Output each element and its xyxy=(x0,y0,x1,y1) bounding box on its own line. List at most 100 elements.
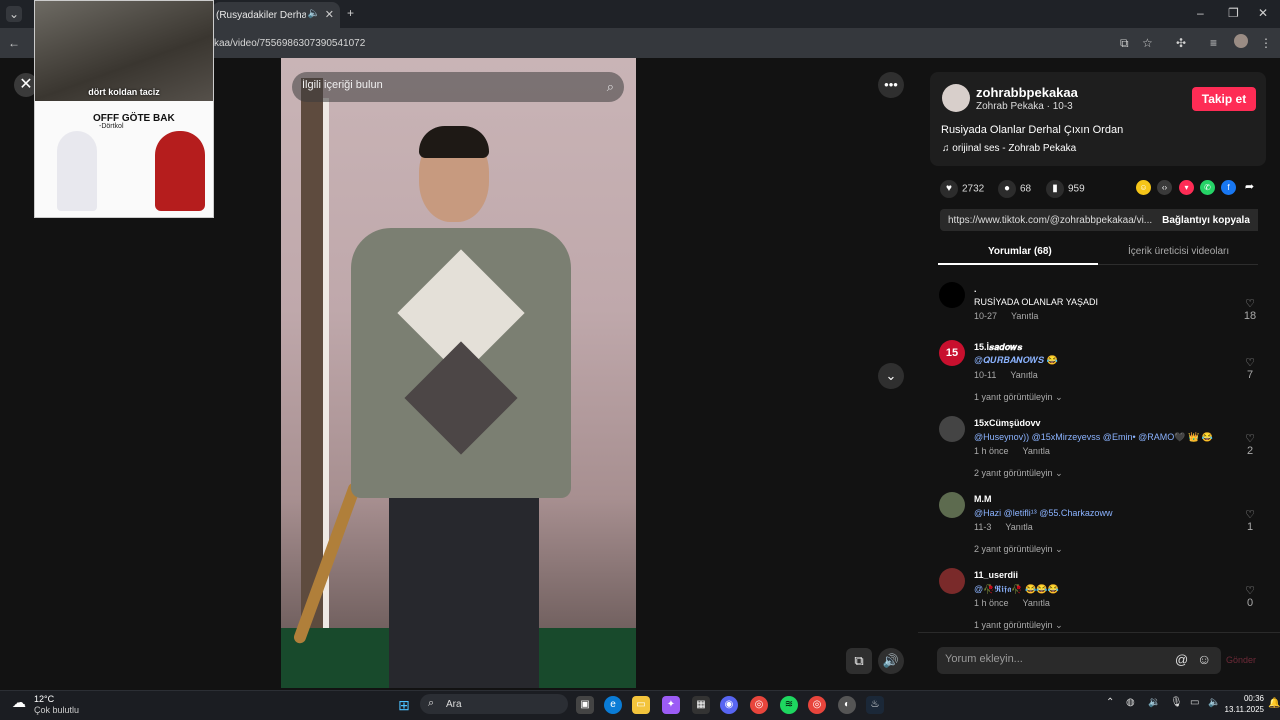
discord-icon[interactable]: ◉ xyxy=(720,696,738,714)
chrome-active-icon[interactable]: ◎ xyxy=(808,696,826,714)
music-line[interactable]: ♫ orijinal ses - Zohrab Pekaka xyxy=(942,143,1076,154)
tab-close-icon[interactable]: ✕ xyxy=(325,8,334,21)
reply-link[interactable]: Yanıtla xyxy=(1005,522,1032,532)
view-replies-link[interactable]: 2 yanıt görüntüleyin ⌄ xyxy=(974,468,1063,479)
comment-like[interactable]: ♡ 0 xyxy=(1240,584,1260,609)
follow-button[interactable]: Takip et xyxy=(1192,87,1256,111)
comment-author[interactable]: 11_userdii xyxy=(974,570,1018,580)
comment-mention[interactable]: @Hazi @letifli¹³ @55.Charkazoww xyxy=(974,508,1112,518)
share-arrow-icon[interactable]: ➦ xyxy=(1242,180,1257,195)
comment-author[interactable]: 15.İ𝒔𝒂𝒅𝒐𝒘𝒔 xyxy=(974,342,1022,353)
comment-mention[interactable]: @Huseynov)) @15xMirzeyevss @Emin• @RAMO🖤… xyxy=(974,432,1213,442)
tray-chevron-up-icon[interactable]: ⌃ xyxy=(1106,697,1114,708)
mention-at-icon[interactable]: @ xyxy=(1175,652,1188,667)
weather-desc: Çok bulutlu xyxy=(34,705,80,715)
minimize-icon[interactable]: – xyxy=(1197,6,1204,20)
back-arrow-icon[interactable]: ← xyxy=(8,36,20,50)
facebook-icon[interactable]: f xyxy=(1221,180,1236,195)
copy-link-button[interactable]: Bağlantıyı kopyala xyxy=(1154,209,1258,231)
bookmark-star-icon[interactable]: ☆ xyxy=(1142,36,1153,50)
comment-mention[interactable]: @𝑸𝑼𝑹𝑩𝑨𝑵𝑶𝑾𝑺 😂 xyxy=(974,355,1058,365)
tab-creator-videos[interactable]: İçerik üreticisi videoları xyxy=(1128,246,1229,257)
install-app-icon[interactable]: ⧉ xyxy=(1120,36,1129,51)
view-replies-link[interactable]: 1 yanıt görüntüleyin ⌄ xyxy=(974,392,1063,403)
tray-speaker-icon[interactable]: 🔈 xyxy=(1208,697,1220,708)
author-avatar[interactable] xyxy=(942,84,970,112)
reading-list-icon[interactable]: ≡ xyxy=(1210,36,1217,50)
comment-avatar[interactable] xyxy=(939,492,965,518)
like-stat[interactable]: ♥ 2732 xyxy=(940,180,984,198)
video-link-text[interactable]: https://www.tiktok.com/@zohrabbpekakaa/v… xyxy=(948,215,1152,226)
task-view-icon[interactable]: ▣ xyxy=(576,696,594,714)
comment-meta: 11-3 Yanıtla xyxy=(974,522,1033,532)
new-tab-icon[interactable]: + xyxy=(347,6,354,20)
comment-like[interactable]: ♡ 2 xyxy=(1240,432,1260,457)
app-icon[interactable]: ◐ xyxy=(838,696,856,714)
picture-in-picture-window[interactable]: dört koldan taciz OFFF GÖTE BAK -Dörtkol xyxy=(34,0,214,218)
search-icon[interactable]: ⌕ xyxy=(607,79,614,95)
comment-author[interactable]: M.M xyxy=(974,494,992,504)
extensions-icon[interactable]: ✣ xyxy=(1176,36,1186,50)
tray-network-icon[interactable]: ▭ xyxy=(1190,697,1199,708)
reply-link[interactable]: Yanıtla xyxy=(1010,370,1037,380)
reply-link[interactable]: Yanıtla xyxy=(1023,446,1050,456)
view-replies-link[interactable]: 1 yanıt görüntüleyin ⌄ xyxy=(974,620,1063,631)
next-video-chevron-icon[interactable]: ⌄ xyxy=(878,363,904,389)
emoji-icon[interactable]: ☺ xyxy=(1197,651,1211,667)
tab-comments[interactable]: Yorumlar (68) xyxy=(988,246,1052,257)
floating-player-icon[interactable]: ⧉ xyxy=(846,648,872,674)
comment-input[interactable] xyxy=(945,653,1165,665)
comment-author[interactable]: . xyxy=(974,284,977,294)
comment-avatar[interactable] xyxy=(939,282,965,308)
weather-cloud-icon[interactable]: ☁ xyxy=(12,694,26,711)
taskbar-search[interactable]: ⌕ Ara xyxy=(420,694,568,714)
weather-temp[interactable]: 12°C xyxy=(34,694,54,704)
tab-list-chevron-icon[interactable]: ⌄ xyxy=(6,6,22,22)
clock-time[interactable]: 00:36 xyxy=(1228,694,1264,703)
more-options-icon[interactable]: ••• xyxy=(878,72,904,98)
maximize-icon[interactable]: ❐ xyxy=(1228,6,1239,20)
reply-link[interactable]: Yanıtla xyxy=(1011,311,1038,321)
windows-start-icon[interactable]: ⊞ xyxy=(395,696,413,714)
tab-audio-icon[interactable]: 🔈 xyxy=(308,8,320,19)
tray-mic-icon[interactable]: 🎙 xyxy=(1170,697,1183,708)
url-text[interactable]: kaa/video/7556986307390541072 xyxy=(214,38,365,49)
tray-app-icon[interactable]: ◍ xyxy=(1126,697,1135,708)
comment-stat[interactable]: ● 68 xyxy=(998,180,1031,198)
emoji-share-icon[interactable]: ☺ xyxy=(1136,180,1151,195)
spotify-icon[interactable]: ≋ xyxy=(780,696,798,714)
save-stat[interactable]: ▮ 959 xyxy=(1046,180,1085,198)
copilot-icon[interactable]: ✦ xyxy=(662,696,680,714)
comment-time: 11-3 xyxy=(974,522,992,532)
chrome-icon[interactable]: ◎ xyxy=(750,696,768,714)
author-username[interactable]: zohrabbpekakaa xyxy=(976,85,1078,100)
comment-author[interactable]: 15xCümşüdovv xyxy=(974,418,1041,428)
whatsapp-icon[interactable]: ✆ xyxy=(1200,180,1215,195)
comment-avatar[interactable] xyxy=(939,416,965,442)
tray-volume-icon[interactable]: 🔉 xyxy=(1148,697,1160,708)
comment-avatar[interactable] xyxy=(939,568,965,594)
embed-code-icon[interactable]: ‹› xyxy=(1157,180,1172,195)
steam-icon[interactable]: ♨ xyxy=(866,696,884,714)
window-close-icon[interactable]: ✕ xyxy=(1258,6,1268,20)
tab-active[interactable]: (Rusyadakiler Derhal Çıkın 🔈 ✕ xyxy=(212,2,340,28)
comment-avatar[interactable]: 15 xyxy=(939,340,965,366)
comment-mention[interactable]: @🥀𝕽𝖎𝖋𝖆🥀 😂😂😂 xyxy=(974,584,1059,594)
comment-like[interactable]: ♡ 7 xyxy=(1240,356,1260,381)
reply-link[interactable]: Yanıtla xyxy=(1023,598,1050,608)
view-replies-link[interactable]: 2 yanıt görüntüleyin ⌄ xyxy=(974,544,1063,555)
comment-like[interactable]: ♡ 1 xyxy=(1240,508,1260,533)
comment-like[interactable]: ♡ 18 xyxy=(1240,297,1260,322)
volume-icon[interactable]: 🔊 xyxy=(878,648,904,674)
send-to-friends-icon[interactable]: ▾ xyxy=(1179,180,1194,195)
notification-bell-icon[interactable]: 🔔 xyxy=(1268,698,1280,709)
store-icon[interactable]: ▦ xyxy=(692,696,710,714)
edge-icon[interactable]: e xyxy=(604,696,622,714)
profile-avatar[interactable] xyxy=(1234,34,1248,48)
send-button[interactable]: Gönder xyxy=(1226,655,1256,665)
clock-date[interactable]: 13.11.2025 xyxy=(1224,705,1264,714)
file-explorer-icon[interactable]: ▭ xyxy=(632,696,650,714)
search-input[interactable] xyxy=(302,79,582,91)
menu-kebab-icon[interactable]: ⋮ xyxy=(1260,36,1272,50)
video-player[interactable] xyxy=(281,58,636,688)
